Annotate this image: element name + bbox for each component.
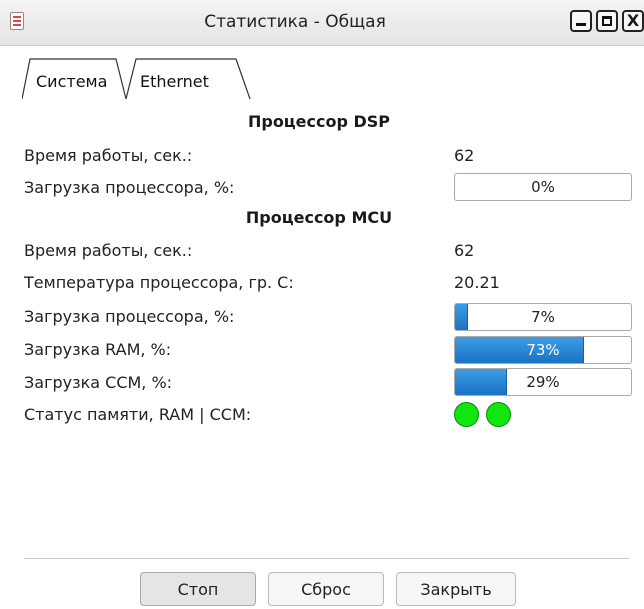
mcu-temp-label: Температура процессора, гр. С: (24, 273, 294, 292)
mcu-heading: Процессор MCU (245, 208, 393, 227)
dsp-load-bar: 0% (454, 173, 632, 201)
mcu-ram-text: 73% (526, 341, 560, 359)
ram-status-indicator (454, 402, 479, 427)
footer-divider (24, 558, 629, 559)
tab-ethernet[interactable]: Ethernet (120, 58, 252, 100)
tab-system-label: Система (36, 72, 108, 91)
minimize-icon[interactable] (570, 10, 592, 32)
maximize-icon[interactable] (596, 10, 618, 32)
mcu-temp-value: 20.21 (454, 273, 500, 292)
mcu-mem-status-label: Статус памяти, RAM | CCM: (24, 405, 252, 424)
close-button[interactable]: Закрыть (396, 572, 516, 606)
close-icon[interactable]: X (622, 10, 644, 32)
dsp-load-label: Загрузка процессора, %: (24, 178, 235, 197)
dsp-uptime-value: 62 (454, 146, 475, 165)
mcu-ccm-bar: 29% (454, 368, 632, 396)
mcu-ccm-label: Загрузка CCM, %: (24, 373, 173, 392)
mcu-load-label: Загрузка процессора, %: (24, 307, 235, 326)
mcu-ram-label: Загрузка RAM, %: (24, 340, 172, 359)
reset-button[interactable]: Сброс (268, 572, 384, 606)
dsp-load-text: 0% (531, 178, 555, 196)
ccm-status-indicator (486, 402, 511, 427)
dsp-heading: Процессор DSP (247, 112, 391, 131)
mcu-ccm-text: 29% (526, 373, 560, 391)
tab-system[interactable]: Система (22, 58, 127, 100)
mcu-load-text: 7% (531, 308, 555, 326)
dsp-uptime-label: Время работы, сек.: (24, 146, 193, 165)
mcu-uptime-value: 62 (454, 241, 475, 260)
mcu-uptime-label: Время работы, сек.: (24, 241, 193, 260)
mcu-load-bar: 7% (454, 303, 632, 331)
stop-button[interactable]: Стоп (140, 572, 256, 606)
mcu-ram-bar: 73% (454, 336, 632, 364)
tab-ethernet-label: Ethernet (140, 72, 209, 91)
window-controls: X (570, 10, 644, 32)
window-title: Статистика - Общая (204, 12, 386, 32)
title-bar: Статистика - Общая X (0, 0, 644, 46)
